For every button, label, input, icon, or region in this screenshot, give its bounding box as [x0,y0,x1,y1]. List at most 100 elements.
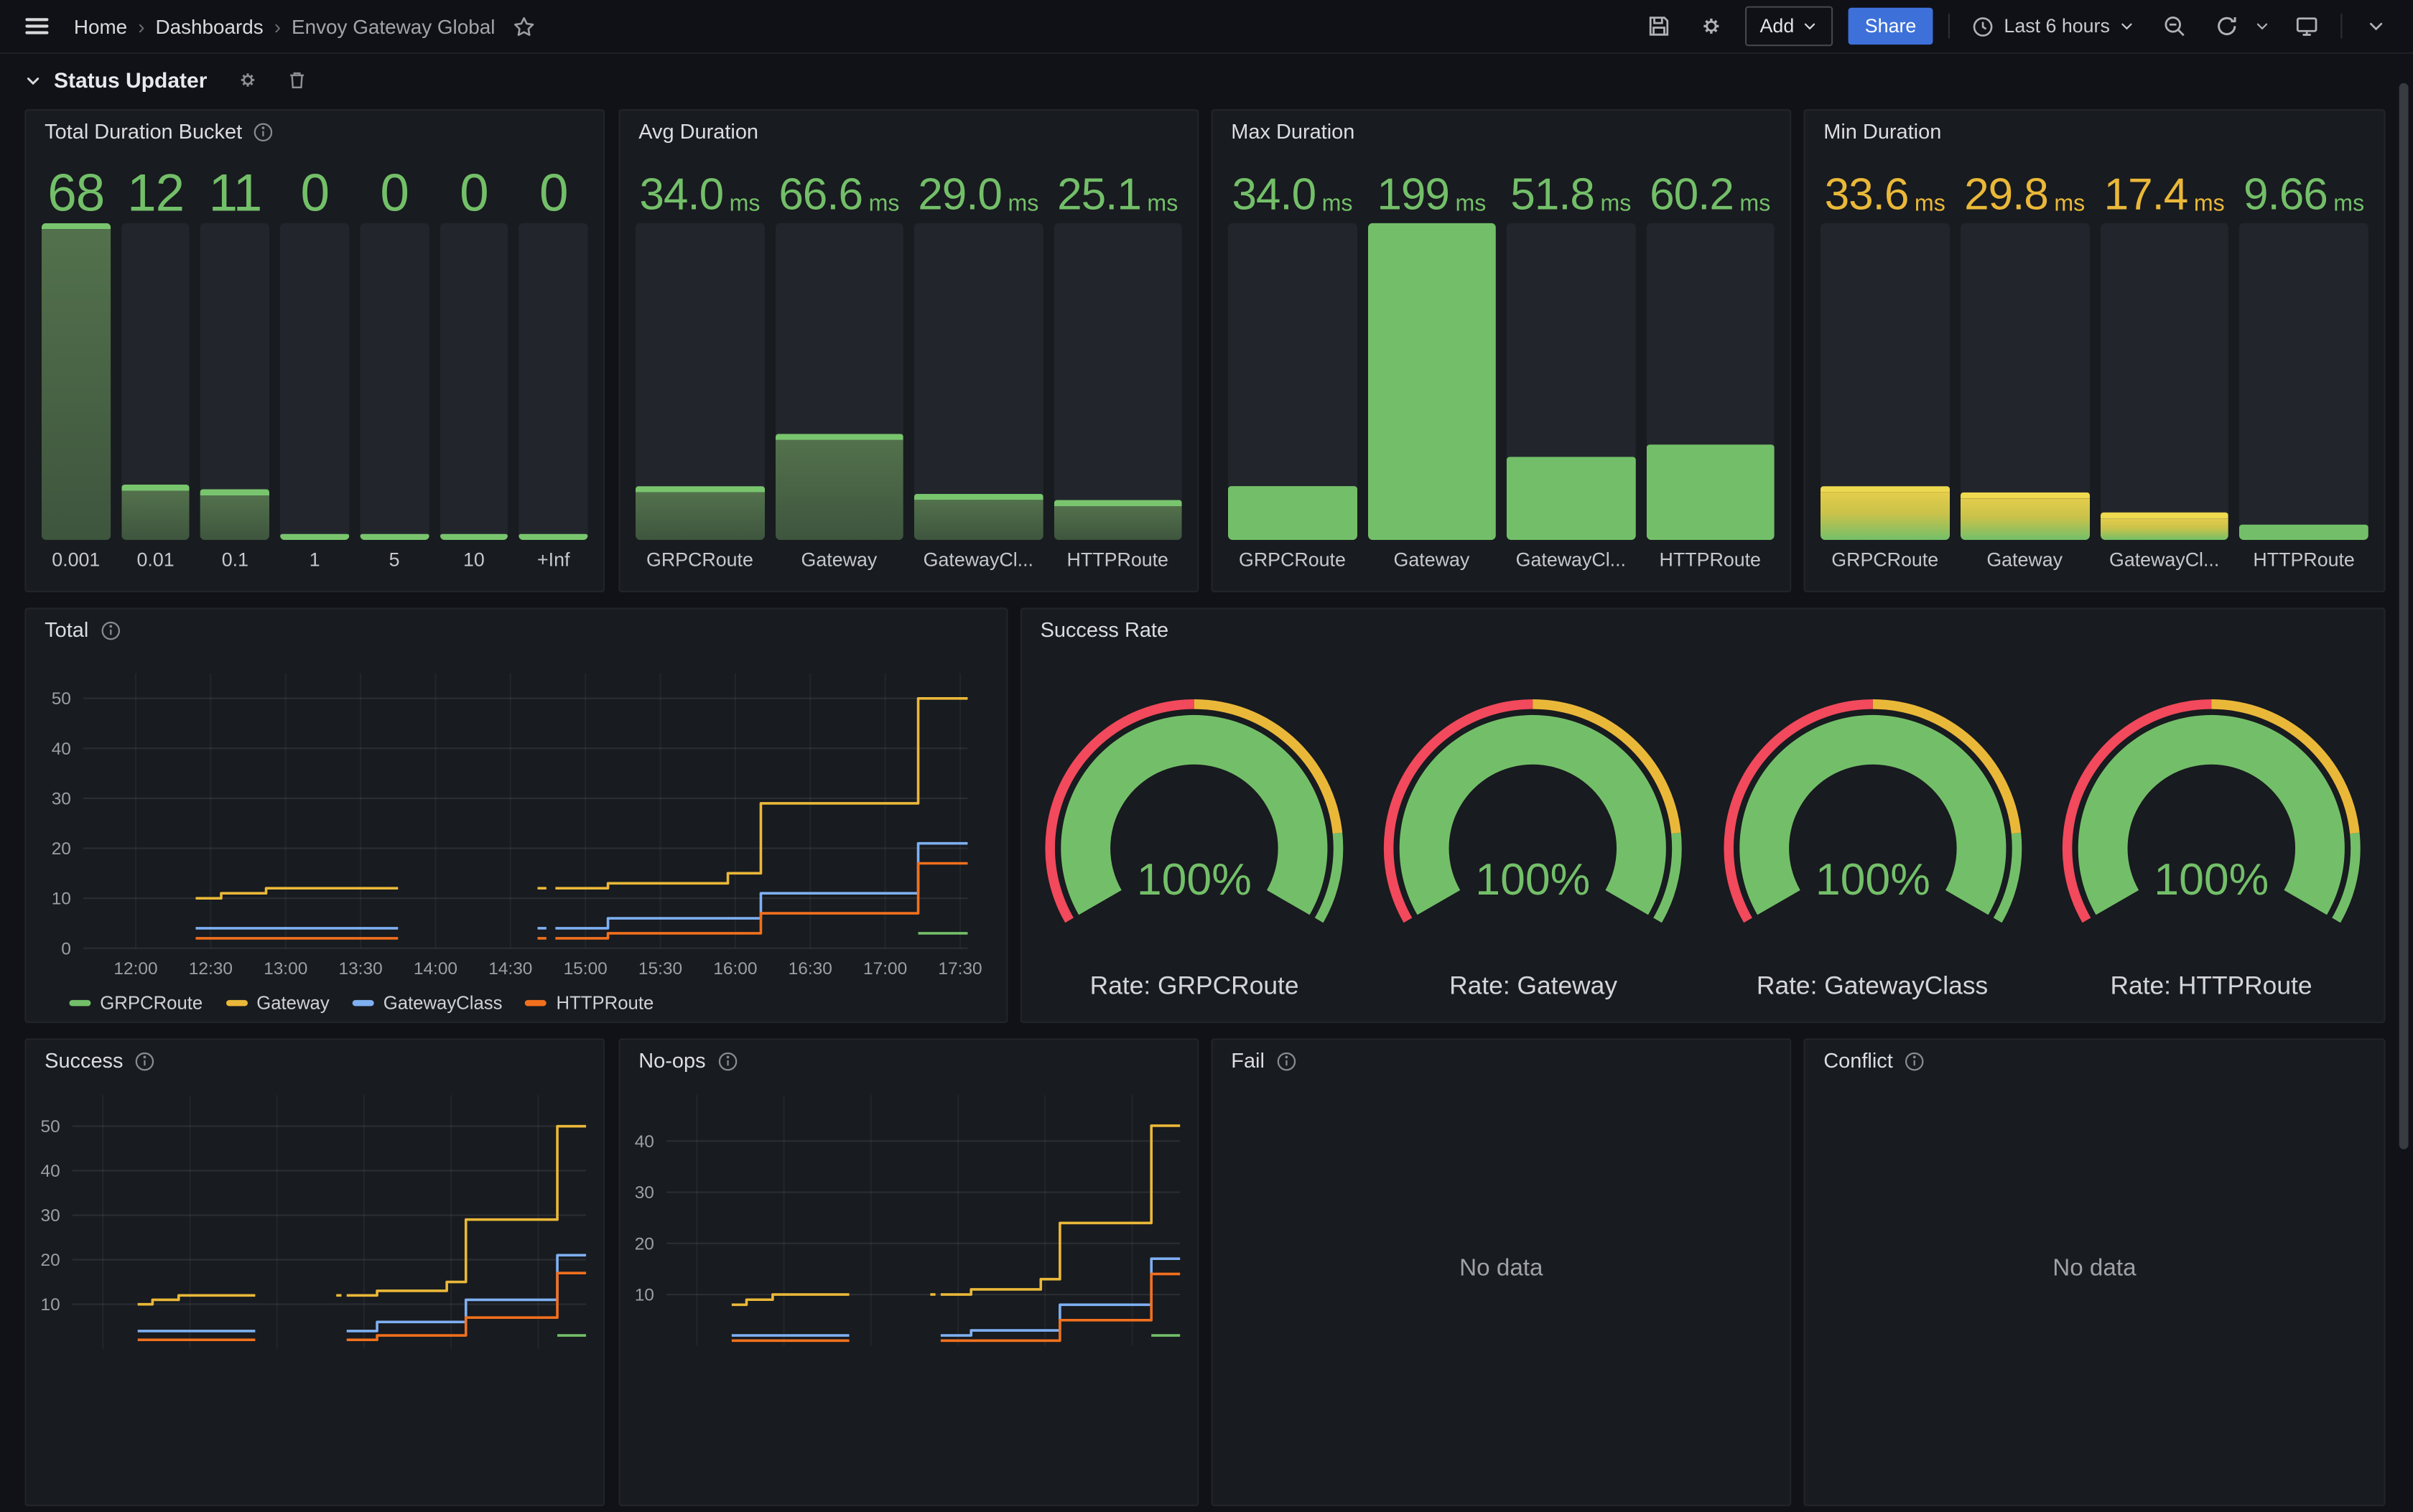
time-range-picker[interactable]: Last 6 hours [1966,8,2141,45]
svg-text:16:00: 16:00 [713,959,757,979]
svg-text:30: 30 [41,1206,60,1226]
bar-gauge-cell: 120.01 [121,157,190,576]
bar-fill [1960,493,2088,540]
bar-label: +Inf [519,540,588,575]
bar-track [440,223,508,540]
svg-text:30: 30 [635,1183,654,1203]
bar-track [636,223,764,540]
info-icon[interactable] [1275,1050,1297,1072]
bar-fill [440,534,508,541]
bar-track [280,223,349,540]
bar-label: 1 [280,540,349,575]
svg-text:15:00: 15:00 [564,959,608,979]
svg-text:17:30: 17:30 [938,959,982,979]
row-settings-gear-icon[interactable] [228,62,265,98]
info-icon[interactable] [99,620,121,641]
zoom-out-icon[interactable] [2156,8,2193,45]
bar-track [360,223,429,540]
panel-title[interactable]: Avg Duration [638,120,758,143]
bar-value: 34.0ms [636,157,764,219]
panel-title[interactable]: Max Duration [1231,120,1354,143]
bar-gauge-cell: 05 [360,157,429,576]
svg-text:20: 20 [41,1251,60,1270]
info-icon[interactable] [134,1050,155,1072]
bar-gauge-cell: 680.001 [42,157,111,576]
bar-gauge-cell: 9.66msHTTPRoute [2239,157,2368,576]
row-delete-trash-icon[interactable] [278,62,315,98]
bar-track [1507,223,1635,540]
refresh-interval-chevron-icon[interactable] [2251,8,2273,45]
no-data-message: No data [1805,1256,2384,1284]
bar-value: 11 [201,157,270,219]
bar-fill [1821,487,1949,540]
svg-text:40: 40 [41,1162,60,1181]
grafana-dashboard: Home › Dashboards › Envoy Gateway Global… [0,0,2413,1333]
top-navigation-bar: Home › Dashboards › Envoy Gateway Global… [0,0,2413,54]
svg-text:12:30: 12:30 [189,959,233,979]
dashboard-canvas: Status Updater Total Duration Bucket 680… [0,54,2413,1333]
bar-gauge-cell: 010 [440,157,508,576]
bar-fill [42,223,111,540]
favorite-star-icon[interactable] [506,8,542,45]
chart-legend: GRPCRoute Gateway GatewayClass HTTPRoute [69,992,654,1014]
panel-title[interactable]: Success [45,1049,123,1072]
panel-title[interactable]: No-ops [638,1049,705,1072]
toolbar-collapse-chevron-icon[interactable] [2358,8,2394,45]
panel-max-duration: Max Duration 34.0msGRPCRoute199msGateway… [1211,109,1791,592]
legend-item[interactable]: Gateway [226,992,329,1014]
breadcrumb-separator: › [138,14,144,37]
bar-fill [121,484,190,540]
bar-label: Gateway [1960,540,2088,575]
row-title[interactable]: Status Updater [54,67,207,92]
bar-track [914,223,1043,540]
vertical-scrollbar[interactable] [2399,83,2409,1149]
bar-gauge-cell: 60.2ms HTTPRoute [1646,157,1775,576]
save-dashboard-icon[interactable] [1640,8,1676,45]
gauge-label: Rate: GatewayClass [1757,972,1988,1002]
legend-item[interactable]: GatewayClass [353,992,503,1014]
panel-title[interactable]: Total [45,618,88,641]
gauge-label: Rate: Gateway [1449,972,1617,1002]
bar-fill [775,434,903,540]
panel-title[interactable]: Conflict [1823,1049,1892,1072]
panel-title[interactable]: Total Duration Bucket [45,120,242,143]
bar-label: HTTPRoute [1646,540,1775,575]
bar-gauge: 34.0msGRPCRoute66.6msGateway29.0msGatewa… [636,157,1182,576]
bar-value: 51.8ms [1507,157,1635,219]
share-button[interactable]: Share [1848,8,1933,45]
breadcrumb-home[interactable]: Home [74,14,127,37]
svg-text:12:00: 12:00 [113,959,157,979]
kiosk-mode-monitor-icon[interactable] [2288,8,2325,45]
bar-value: 68 [42,157,111,219]
bar-label: GRPCRoute [1821,540,1949,575]
refresh-icon[interactable] [2208,8,2245,45]
legend-item[interactable]: HTTPRoute [526,992,654,1014]
panel-fail: Fail No data [1211,1038,1791,1506]
panel-title[interactable]: Success Rate [1041,618,1168,641]
dashboard-settings-gear-icon[interactable] [1692,8,1729,45]
breadcrumb-dashboards[interactable]: Dashboards [155,14,263,37]
legend-item[interactable]: GRPCRoute [69,992,203,1014]
bar-label: HTTPRoute [1054,540,1182,575]
add-button[interactable]: Add [1744,6,1833,47]
gauge-label: Rate: HTTPRoute [2110,972,2312,1002]
panel-title[interactable]: Fail [1231,1049,1265,1072]
bar-track [1054,223,1182,540]
menu-toggle-icon[interactable] [19,8,55,45]
panel-min-duration: Min Duration 33.6msGRPCRoute29.8msGatewa… [1803,109,2385,592]
bar-value: 29.8ms [1960,157,2088,219]
gauge-group: 100%Rate: GRPCRoute100%Rate: Gateway100%… [1025,646,2381,1022]
bar-gauge-cell: 01 [280,157,349,576]
bar-fill [1507,457,1635,540]
info-icon[interactable] [253,121,274,142]
info-icon[interactable] [1904,1050,1925,1072]
bar-value: 60.2ms [1646,157,1775,219]
time-series-chart: 1020304050 [26,1040,603,1505]
row-collapse-chevron-icon[interactable] [24,72,42,89]
bar-value: 12 [121,157,190,219]
bar-value: 199ms [1367,157,1496,219]
svg-text:17:00: 17:00 [863,959,907,979]
panel-title[interactable]: Min Duration [1823,120,1941,143]
info-icon[interactable] [717,1050,738,1072]
svg-text:40: 40 [52,739,71,759]
